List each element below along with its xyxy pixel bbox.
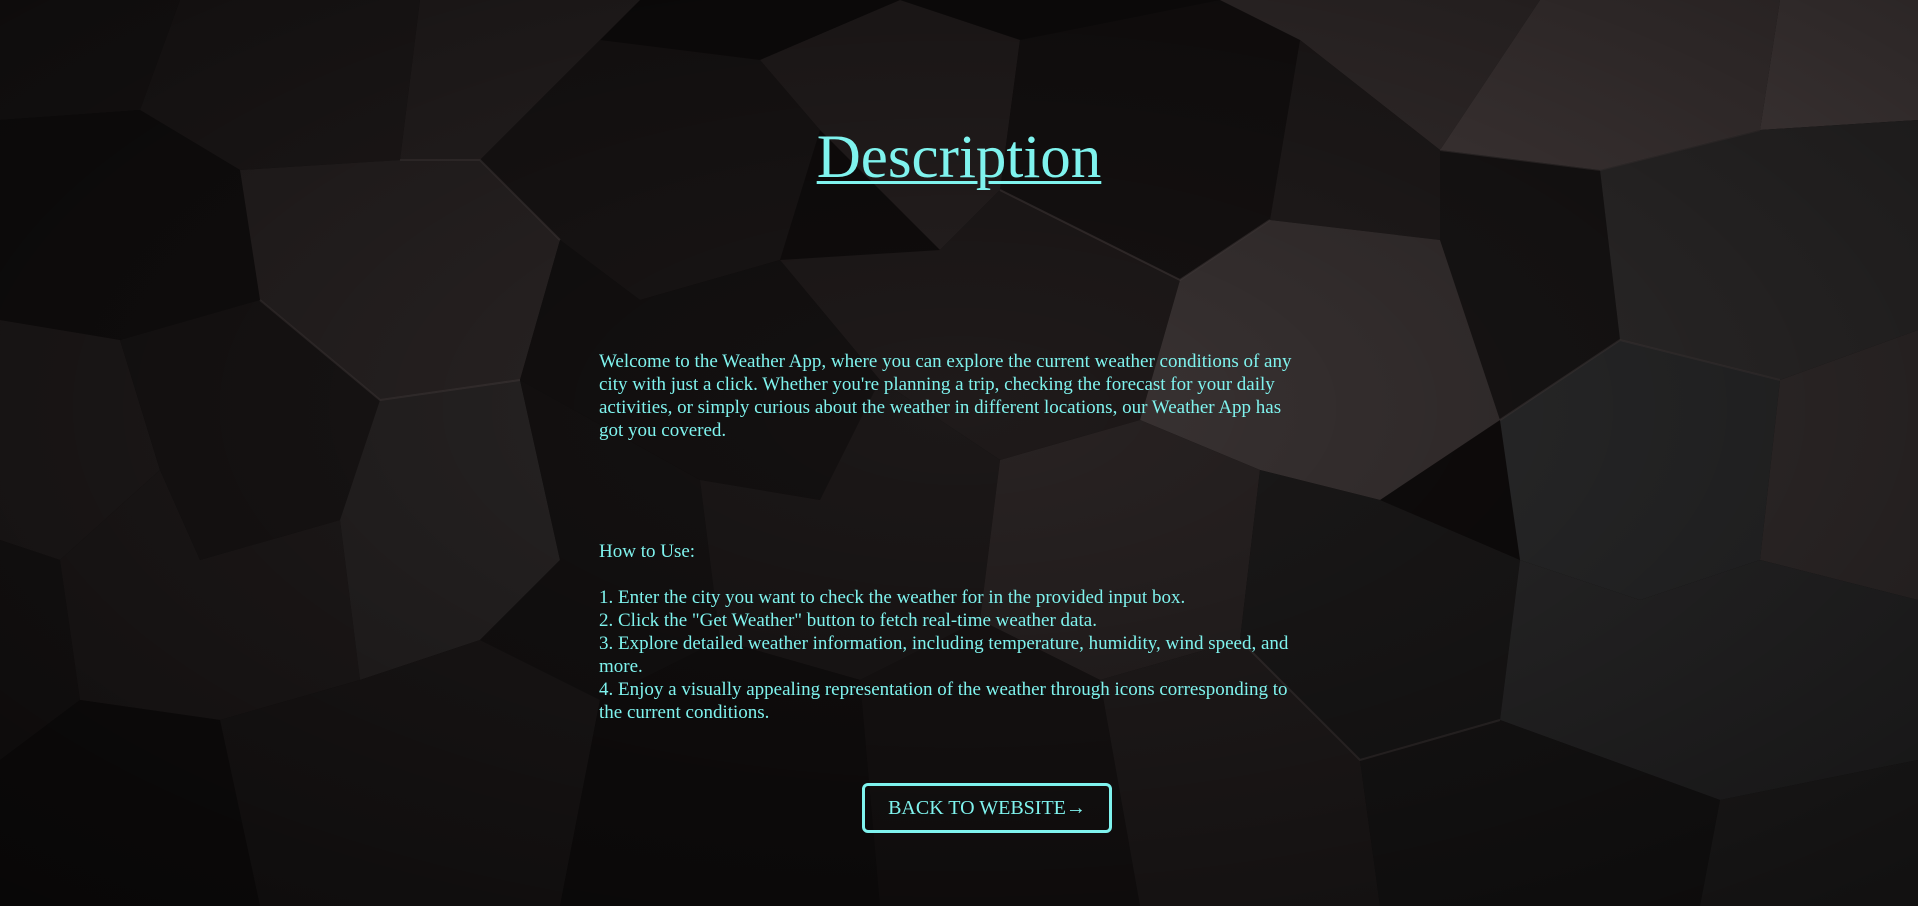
how-to-heading: How to Use: xyxy=(599,541,696,562)
description-page: Description Welcome to the Weather App, … xyxy=(0,0,1918,906)
how-to-step: 2. Click the "Get Weather" button to fet… xyxy=(599,610,1097,631)
back-to-website-button[interactable]: BACK TO WEBSITE→ xyxy=(862,783,1112,833)
description-content: Welcome to the Weather App, where you ca… xyxy=(599,350,1309,724)
how-to-step: 4. Enjoy a visually appealing representa… xyxy=(599,679,1288,723)
page-title: Description xyxy=(816,124,1102,191)
how-to-step: 1. Enter the city you want to check the … xyxy=(599,587,1186,608)
how-to-steps-list: 1. Enter the city you want to check the … xyxy=(599,586,1309,724)
intro-paragraph: Welcome to the Weather App, where you ca… xyxy=(599,351,1292,441)
how-to-step: 3. Explore detailed weather information,… xyxy=(599,633,1289,677)
